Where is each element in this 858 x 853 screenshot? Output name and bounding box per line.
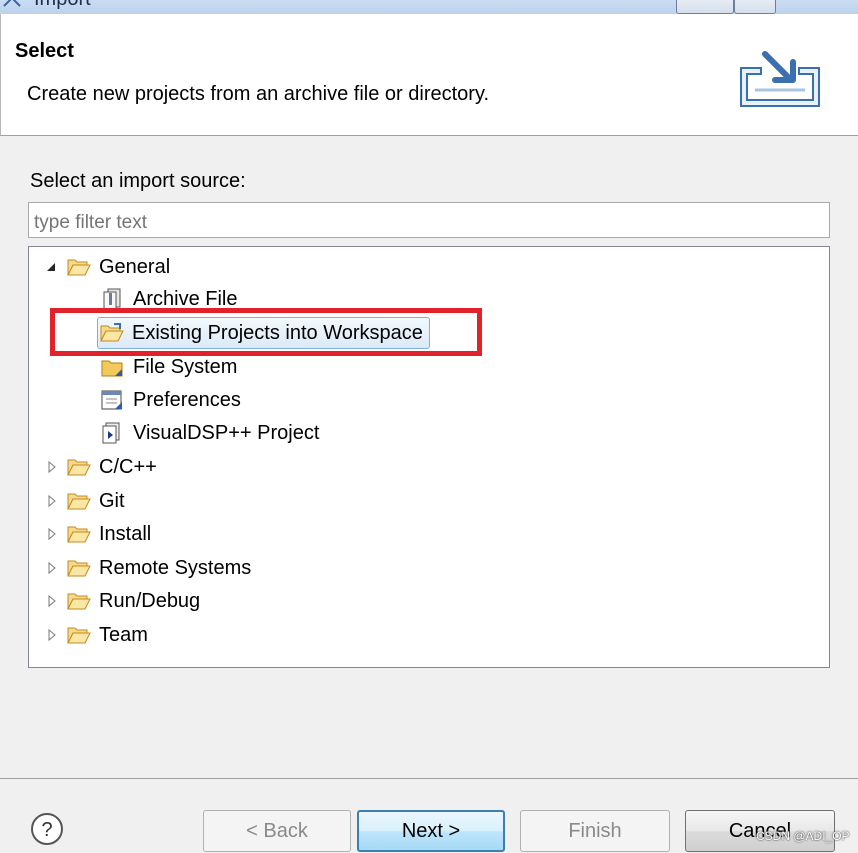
project-folder-icon: [100, 323, 124, 342]
finish-button[interactable]: Finish: [520, 810, 670, 852]
tree-item-label: Existing Projects into Workspace: [132, 321, 423, 344]
collapsed-arrow-icon[interactable]: [45, 594, 59, 608]
tree-item-label: Team: [99, 623, 148, 646]
collapsed-arrow-icon[interactable]: [45, 460, 59, 474]
preferences-icon: [101, 390, 122, 410]
import-source-label: Select an import source:: [30, 170, 246, 192]
tree-item-team[interactable]: Team: [45, 620, 148, 650]
tree-item-cpp[interactable]: C/C++: [45, 452, 157, 482]
tree-item-visualdsp[interactable]: VisualDSP++ Project: [101, 418, 319, 448]
watermark: CSDN @ADI_OP: [756, 829, 850, 843]
import-banner-icon: [740, 51, 820, 107]
tree-item-archive-file[interactable]: Archive File: [101, 284, 237, 314]
collapsed-arrow-icon[interactable]: [45, 628, 59, 642]
footer-divider: [0, 778, 858, 779]
folder-icon: [67, 526, 91, 543]
help-glyph: ?: [41, 819, 52, 841]
tree-item-general[interactable]: General: [45, 252, 170, 282]
next-button[interactable]: Next >: [357, 810, 505, 852]
collapsed-arrow-icon[interactable]: [45, 561, 59, 575]
title-bar: Import: [0, 0, 858, 14]
tree-item-remote-systems[interactable]: Remote Systems: [45, 553, 251, 583]
folder-icon: [67, 560, 91, 577]
folder-icon: [67, 593, 91, 610]
help-icon[interactable]: ?: [30, 812, 64, 846]
folder-icon: [67, 493, 91, 510]
tree-item-file-system[interactable]: File System: [101, 352, 237, 382]
tree-item-label: Remote Systems: [99, 556, 252, 579]
tree-item-label: Git: [99, 489, 125, 512]
minimize-button[interactable]: [676, 0, 734, 14]
tree-item-label: File System: [133, 355, 238, 378]
window-controls: [676, 0, 796, 14]
import-wizard-icon: [3, 0, 21, 7]
collapsed-arrow-icon[interactable]: [45, 494, 59, 508]
collapsed-arrow-icon[interactable]: [45, 527, 59, 541]
tree-item-label: Archive File: [133, 287, 238, 310]
tree-item-label: VisualDSP++ Project: [133, 421, 320, 444]
tree-item-label: Install: [99, 522, 152, 545]
tree-item-label: General: [99, 255, 171, 278]
expanded-arrow-icon[interactable]: [45, 260, 59, 274]
tree-item-label: Run/Debug: [99, 589, 201, 612]
tree-item-label: Preferences: [133, 388, 241, 411]
folder-icon: [67, 627, 91, 644]
visualdsp-project-icon: [102, 422, 120, 444]
page-description: Create new projects from an archive file…: [27, 83, 490, 105]
tree-item-preferences[interactable]: Preferences: [101, 385, 241, 415]
maximize-button[interactable]: [734, 0, 776, 14]
import-source-tree[interactable]: General Archive File Existing Projects i…: [28, 246, 830, 668]
back-button[interactable]: < Back: [203, 810, 351, 852]
wizard-header: Select Create new projects from an archi…: [0, 14, 858, 136]
folder-open-icon: [67, 259, 91, 276]
tree-item-label: C/C++: [99, 455, 157, 478]
filter-input[interactable]: [28, 202, 830, 238]
tree-item-run-debug[interactable]: Run/Debug: [45, 586, 200, 616]
tree-item-git[interactable]: Git: [45, 486, 125, 516]
folder-icon: [67, 459, 91, 476]
page-title: Select: [15, 40, 74, 62]
window-title: Import: [34, 0, 91, 11]
tree-item-existing-projects[interactable]: Existing Projects into Workspace: [97, 317, 430, 349]
tree-item-install[interactable]: Install: [45, 519, 151, 549]
file-system-folder-icon: [101, 360, 123, 377]
archive-file-icon: [103, 288, 121, 310]
